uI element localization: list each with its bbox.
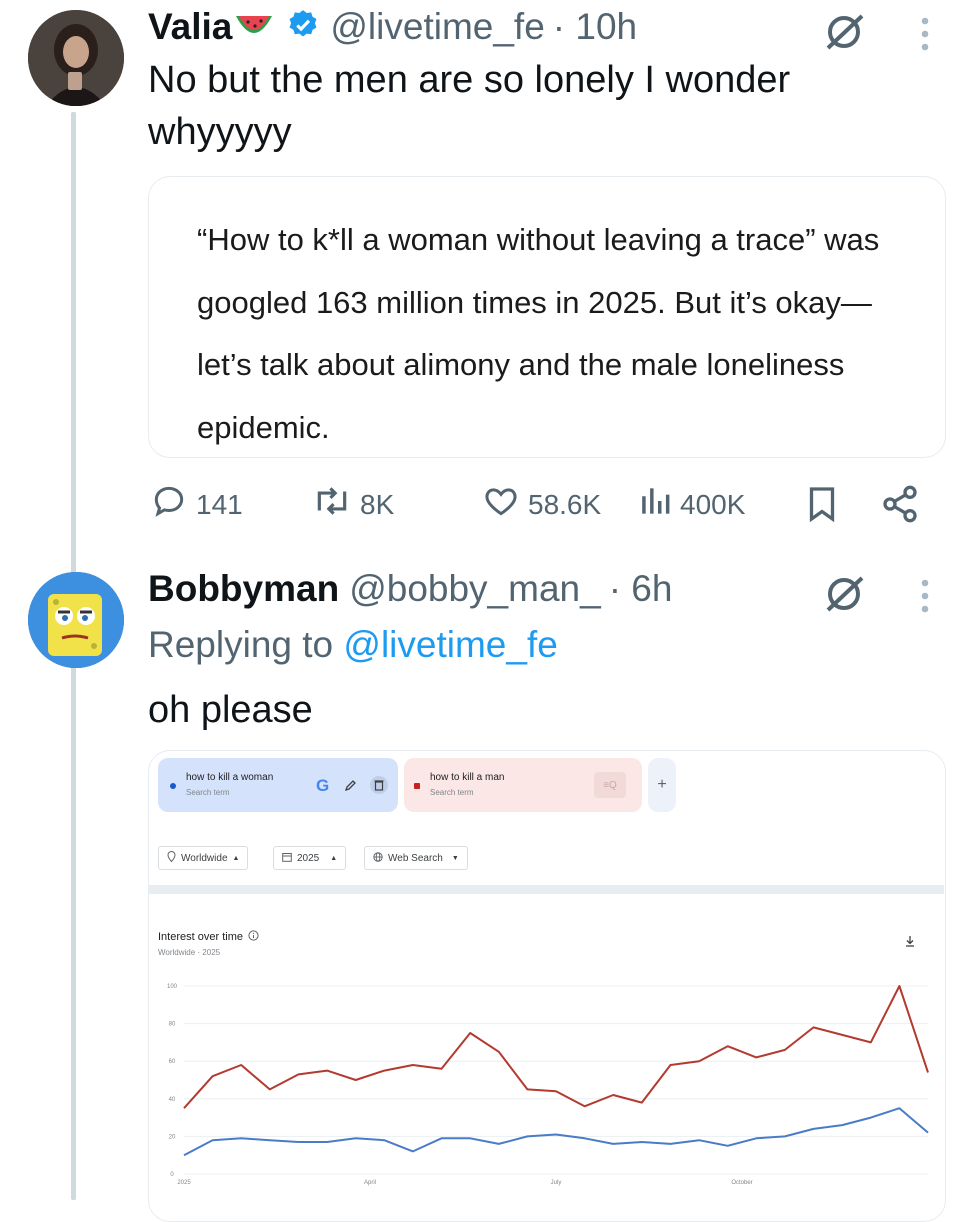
watermelon-icon [234,8,274,47]
grok-icon[interactable] [822,12,868,57]
add-term-button[interactable]: + [648,758,676,812]
calendar-icon [282,852,292,865]
tweet1-header: Valia @livetime_fe · 10h [148,6,637,48]
handle[interactable]: @bobby_man_ [349,568,601,610]
timestamp[interactable]: · 10h [553,6,637,48]
location-pin-icon [167,851,176,865]
quoted-media-card[interactable]: “How to k*ll a woman without leaving a t… [148,176,946,458]
replying-to: Replying to @livetime_fe [148,624,558,666]
retweet-button[interactable]: 8K [310,482,394,527]
avatar-bobbyman[interactable] [28,572,124,668]
display-name[interactable]: Bobbyman [148,568,339,610]
interest-over-time-chart: 0 20 40 60 80 100 2025 April July October [167,984,929,1186]
tweet2-text: oh please [148,689,313,731]
series-dot-blue [170,783,176,789]
quoted-image-text: “How to k*ll a woman without leaving a t… [197,222,880,445]
display-name[interactable]: Valia [148,6,232,48]
search-term-1-chip[interactable]: how to kill a woman Search term G [158,758,398,812]
more-options-icon[interactable] [916,16,934,57]
y-tick-label: 100 [167,984,178,990]
replying-to-handle[interactable]: @livetime_fe [343,624,557,665]
globe-icon [373,851,383,865]
reply-icon [148,482,190,527]
section-title: Interest over time [158,931,243,943]
views-button[interactable]: 400K [636,482,745,527]
search-type-filter[interactable]: Web Search ▼ [364,846,468,870]
retweet-icon [310,482,354,527]
delete-icon[interactable] [370,776,388,794]
y-tick-label: 0 [170,1172,174,1178]
interest-over-time-title: Interest over time [158,930,259,944]
grok-icon[interactable] [822,574,868,619]
views-count: 400K [680,488,746,520]
series-dot-red [414,783,420,789]
x-tick-label: July [551,1180,562,1186]
caret-up-icon: ▲ [232,854,240,862]
edit-icon[interactable] [344,778,358,797]
like-count: 58.6K [528,488,602,520]
add-icon: + [657,776,667,793]
verified-badge-icon [286,8,320,47]
y-tick-label: 20 [169,1134,176,1140]
y-tick-label: 60 [169,1059,176,1065]
term1-label: how to kill a woman [186,772,274,783]
series-line-man [183,985,929,1109]
section-divider [148,885,944,894]
retweet-count: 8K [360,488,395,520]
avatar-valia[interactable] [28,10,124,106]
year-value: 2025 [297,852,320,864]
handle[interactable]: @livetime_fe [330,6,544,48]
download-icon[interactable] [904,934,916,952]
heart-icon [480,482,522,527]
compare-icon[interactable]: ≡Q [594,772,626,798]
search-type-value: Web Search [388,852,443,864]
google-g-icon: G [316,776,330,795]
x-tick-label: 2025 [177,1180,191,1186]
term2-label: how to kill a man [430,772,505,783]
section-subtitle: Worldwide · 2025 [158,948,221,957]
tweet2-header: Bobbyman @bobby_man_ · 6h [148,568,672,610]
share-icon[interactable] [880,484,920,529]
views-icon [636,482,674,527]
reply-count: 141 [196,488,243,520]
like-button[interactable]: 58.6K [480,482,601,527]
term1-sub: Search term [186,788,230,797]
x-tick-label: October [731,1180,752,1186]
region-filter[interactable]: Worldwide ▲ [158,846,249,870]
y-tick-label: 80 [169,1022,176,1028]
series-line-woman [183,1107,929,1157]
x-tick-label: April [364,1180,376,1186]
region-value: Worldwide [181,852,228,864]
reply-button[interactable]: 141 [148,482,243,527]
search-term-2-chip[interactable]: how to kill a man Search term ≡Q [404,758,642,812]
term2-sub: Search term [430,788,474,797]
timestamp[interactable]: · 6h [609,568,673,610]
tweet1-text: No but the men are so lonely I wonder wh… [148,59,791,153]
caret-up-icon: ▲ [330,854,338,862]
caret-down-icon: ▼ [451,854,459,862]
more-options-icon[interactable] [916,578,934,619]
year-filter[interactable]: 2025 ▲ [273,846,347,870]
info-icon[interactable] [248,930,259,944]
replying-to-label: Replying to [148,624,334,665]
y-tick-label: 40 [169,1097,176,1103]
bookmark-icon[interactable] [804,484,840,529]
